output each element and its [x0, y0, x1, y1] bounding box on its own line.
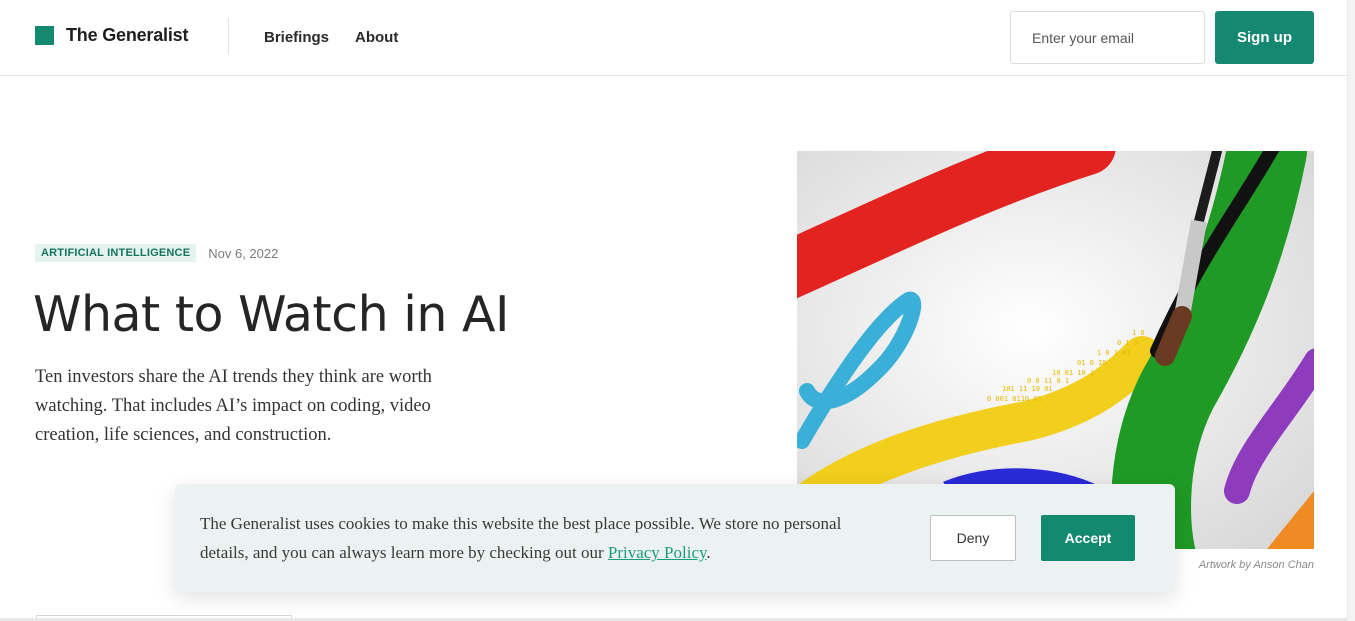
privacy-policy-link[interactable]: Privacy Policy [608, 543, 707, 562]
nav-about-link[interactable]: About [355, 29, 398, 46]
scrollbar[interactable] [1347, 0, 1355, 621]
site-header: The Generalist Briefings About Sign up [0, 0, 1355, 76]
category-tag[interactable]: ARTIFICIAL INTELLIGENCE [35, 244, 197, 262]
accept-cookies-button[interactable]: Accept [1041, 515, 1135, 561]
article-title[interactable]: What to Watch in AI [33, 286, 509, 343]
logo-square-icon [35, 26, 54, 45]
header-divider [228, 18, 229, 55]
signup-button[interactable]: Sign up [1215, 11, 1314, 64]
article-meta: ARTIFICIAL INTELLIGENCE Nov 6, 2022 [35, 244, 278, 262]
svg-text:0 0 11 0 1: 0 0 11 0 1 [1027, 377, 1069, 385]
svg-text:1 0 1 01: 1 0 1 01 [1097, 349, 1131, 357]
article-deck: Ten investors share the AI trends they t… [35, 367, 432, 445]
publish-date: Nov 6, 2022 [208, 245, 279, 261]
brand-logo[interactable]: The Generalist [35, 25, 188, 46]
svg-text:01 0 10: 01 0 10 [1077, 359, 1107, 367]
svg-text:1 0: 1 0 [1132, 329, 1145, 337]
cookie-message: The Generalist uses cookies to make this… [200, 509, 890, 567]
svg-text:0 001 0110 01: 0 001 0110 01 [987, 395, 1042, 403]
cookie-message-suffix: . [706, 543, 711, 562]
svg-text:10 01 10 1: 10 01 10 1 [1052, 369, 1094, 377]
main-nav: Briefings About [264, 29, 398, 46]
nav-briefings-link[interactable]: Briefings [264, 29, 329, 46]
brand-name: The Generalist [66, 25, 189, 45]
email-input[interactable] [1010, 11, 1205, 64]
cookie-message-text: The Generalist uses cookies to make this… [200, 514, 842, 562]
svg-text:0 1 0: 0 1 0 [1117, 339, 1138, 347]
cookie-banner: The Generalist uses cookies to make this… [175, 484, 1175, 592]
deny-cookies-button[interactable]: Deny [930, 515, 1016, 561]
svg-text:101 11 10 01: 101 11 10 01 [1002, 385, 1053, 393]
image-credit: Artwork by Anson Chan [1198, 559, 1314, 571]
